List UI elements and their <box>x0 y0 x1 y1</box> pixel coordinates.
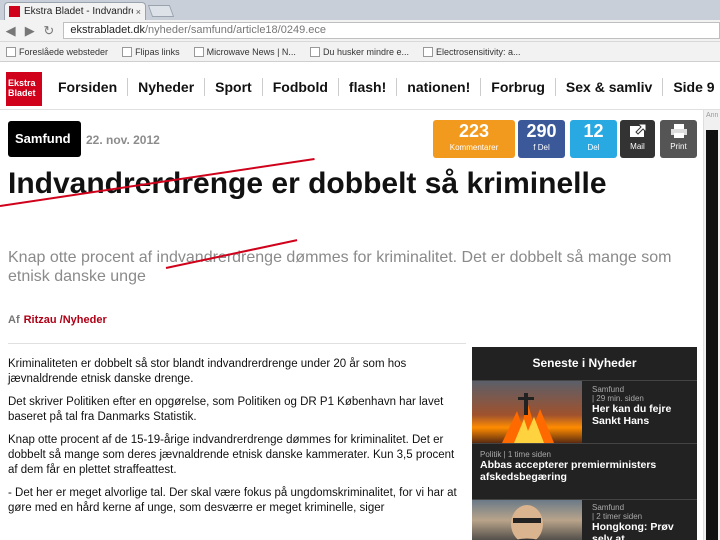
article-paragraph: - Det her er meget alvorlige tal. Der sk… <box>8 487 457 514</box>
byline: Af Ritzau /Nyheder <box>8 314 107 326</box>
logo-text: Ekstra <box>8 78 36 88</box>
news-item[interactable]: Politik | 1 time siden Abbas accepterer … <box>472 443 697 498</box>
news-item[interactable]: Samfund | 2 timer siden Hongkong: Prøv s… <box>472 499 697 540</box>
site-logo[interactable]: Ekstra Bladet <box>6 72 42 106</box>
news-time: | 29 min. siden <box>592 394 644 403</box>
printer-icon <box>670 124 687 138</box>
bookmark-label: Microwave News | N... <box>206 46 296 57</box>
back-icon[interactable]: ◀ <box>2 22 19 40</box>
new-tab-button[interactable] <box>147 5 175 17</box>
tab-bar: Ekstra Bladet - Indvandrerd × <box>0 0 720 20</box>
news-thumbnail <box>472 500 582 540</box>
news-thumbnail <box>472 381 582 443</box>
scrollbar[interactable] <box>703 110 720 540</box>
bookmarks-bar: Foreslåede websteder Flipas links Microw… <box>0 42 720 62</box>
mail-icon <box>629 123 646 137</box>
news-title[interactable]: Her kan du fejre Sankt Hans <box>592 403 695 427</box>
bookmark-item[interactable]: Microwave News | N... <box>193 46 296 57</box>
bookmark-label: Du husker mindre e... <box>322 46 409 57</box>
bookmark-item[interactable]: Electrosensitivity: a... <box>422 46 521 57</box>
browser-tab[interactable]: Ekstra Bladet - Indvandrerd × <box>4 2 146 20</box>
tab-title: Ekstra Bladet - Indvandrerd <box>24 6 133 17</box>
category-badge[interactable]: Samfund <box>8 121 81 157</box>
page-icon <box>422 46 433 57</box>
nav-item-side-9[interactable]: Side 9 <box>662 78 720 96</box>
article-lead: Knap otte procent af indvandrerdrenge dø… <box>8 249 672 285</box>
bookmark-item[interactable]: Flipas links <box>122 46 180 57</box>
facebook-label: f Del <box>533 143 550 152</box>
portrait-icon <box>511 505 543 540</box>
article-headline: Indvandrerdrenge er dobbelt så kriminell… <box>8 167 607 200</box>
latest-news-panel: Seneste i Nyheder Samfund | 29 min. side… <box>472 347 697 540</box>
twitter-share-button[interactable]: 12 Del <box>570 120 617 158</box>
comments-count: 223 <box>458 121 490 141</box>
logo-text: Bladet <box>8 88 36 98</box>
bookmark-item[interactable]: Foreslåede websteder <box>6 46 109 57</box>
news-time: | 2 timer siden <box>592 512 643 521</box>
browser-window: Ekstra Bladet - Indvandrerd × ◀ ▶ ↻ ekst… <box>0 0 720 540</box>
facebook-count: 290 <box>526 121 557 141</box>
nav-item-forbrug[interactable]: Forbrug <box>480 78 555 96</box>
article-paragraph: Kriminaliteten er dobbelt så stor blandt… <box>8 358 407 385</box>
page-icon <box>6 46 16 57</box>
favicon-icon <box>9 6 20 17</box>
mail-button[interactable]: Mail <box>620 120 655 158</box>
ad-label: Ann <box>706 112 719 119</box>
nav-item-nationen[interactable]: nationen! <box>396 78 480 96</box>
byline-source[interactable]: Ritzau /Nyheder <box>24 314 107 326</box>
nav-item-sport[interactable]: Sport <box>204 78 262 96</box>
forward-icon[interactable]: ▶ <box>21 22 38 40</box>
nav-item-forsiden[interactable]: Forsiden <box>48 78 127 96</box>
news-category: Samfund <box>592 385 625 394</box>
nav-item-nyheder[interactable]: Nyheder <box>127 78 204 96</box>
article-paragraph: Det skriver Politiken efter en opgørelse… <box>8 396 444 423</box>
print-button[interactable]: Print <box>660 120 697 158</box>
facebook-share-button[interactable]: 290 f Del <box>518 120 565 158</box>
divider <box>8 343 466 344</box>
news-category: Politik | 1 time siden <box>480 450 551 459</box>
news-item[interactable]: Samfund | 29 min. siden Her kan du fejre… <box>472 380 697 443</box>
close-tab-icon[interactable]: × <box>136 7 141 17</box>
twitter-count: 12 <box>583 121 604 141</box>
bookmark-item[interactable]: Du husker mindre e... <box>309 46 409 57</box>
byline-prefix: Af <box>8 314 20 326</box>
page-icon <box>309 46 320 57</box>
print-label: Print <box>670 142 687 151</box>
news-title[interactable]: Hongkong: Prøv selv at... <box>592 521 695 540</box>
reload-icon[interactable]: ↻ <box>40 22 57 40</box>
nav-item-sex-samliv[interactable]: Sex & samliv <box>554 78 662 96</box>
nav-item-fodbold[interactable]: Fodbold <box>261 78 338 96</box>
bookmark-label: Electrosensitivity: a... <box>435 46 521 57</box>
comments-label: Kommentarer <box>449 143 499 152</box>
twitter-label: Del <box>587 143 600 152</box>
news-title[interactable]: Abbas accepterer premierministers afsked… <box>480 459 690 483</box>
url-domain: ekstrabladet.dk <box>70 24 145 36</box>
bonfire-icon <box>502 393 554 443</box>
url-input[interactable]: ekstrabladet.dk/nyheder/samfund/article1… <box>63 22 720 39</box>
article-date: 22. nov. 2012 <box>86 133 160 147</box>
url-path: /nyheder/samfund/article18/0249.ece <box>144 24 326 36</box>
bookmark-label: Flipas links <box>135 46 180 57</box>
page-icon <box>122 46 133 57</box>
latest-news-heading: Seneste i Nyheder <box>532 356 637 370</box>
scrollbar-thumb[interactable] <box>706 130 718 540</box>
news-category: Samfund <box>592 503 625 512</box>
mail-label: Mail <box>630 142 645 151</box>
nav-menu: Forsiden Nyheder Sport Fodbold flash! na… <box>48 78 720 96</box>
bookmark-label: Foreslåede websteder <box>19 46 109 57</box>
site-nav: Ekstra Bladet Forsiden Nyheder Sport Fod… <box>0 68 720 110</box>
article-paragraph: Knap otte procent af de 15-19-årige indv… <box>8 434 455 476</box>
comments-button[interactable]: 223 Kommentarer <box>433 120 515 158</box>
page-icon <box>193 46 204 57</box>
address-bar: ◀ ▶ ↻ ekstrabladet.dk/nyheder/samfund/ar… <box>0 20 720 42</box>
article-body: Kriminaliteten er dobbelt så stor blandt… <box>8 357 463 524</box>
nav-item-flash[interactable]: flash! <box>337 78 396 96</box>
